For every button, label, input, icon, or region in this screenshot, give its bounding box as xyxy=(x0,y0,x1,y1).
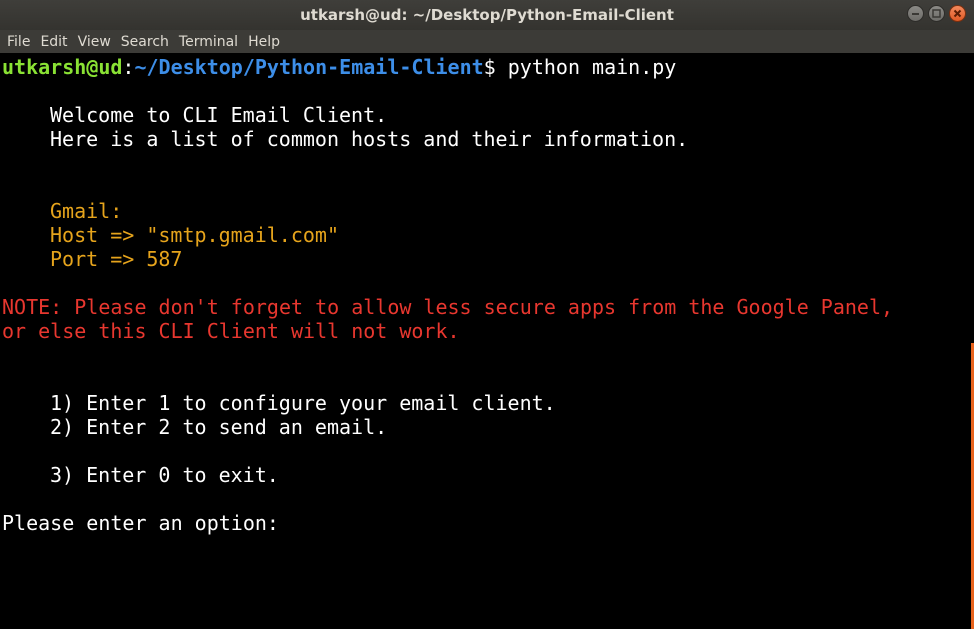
welcome-text: Welcome to CLI Email Client. xyxy=(50,103,388,127)
option-2: 2) Enter 2 to send an email. xyxy=(50,415,388,439)
menu-file[interactable]: File xyxy=(2,31,35,54)
gmail-port: Port => 587 xyxy=(50,247,183,271)
menu-bar: File Edit View Search Terminal Help xyxy=(0,30,974,53)
menu-search[interactable]: Search xyxy=(116,31,174,54)
option-3: 3) Enter 0 to exit. xyxy=(50,463,279,487)
command-line: utkarsh@ud:~/Desktop/Python-Email-Client… xyxy=(0,55,968,79)
title-bar[interactable]: utkarsh@ud: ~/Desktop/Python-Email-Clien… xyxy=(0,0,974,30)
menu-edit[interactable]: Edit xyxy=(35,31,72,54)
menu-terminal[interactable]: Terminal xyxy=(174,31,243,54)
prompt-colon: : xyxy=(122,55,135,79)
prompt-symbol: $ xyxy=(483,55,508,79)
close-button[interactable] xyxy=(949,5,966,22)
prompt-path: ~/Desktop/Python-Email-Client xyxy=(134,55,484,79)
window-controls xyxy=(907,5,966,22)
menu-help[interactable]: Help xyxy=(243,31,285,54)
terminal-output[interactable]: utkarsh@ud:~/Desktop/Python-Email-Client… xyxy=(0,53,968,629)
menu-view[interactable]: View xyxy=(73,31,116,54)
gmail-label: Gmail: xyxy=(50,199,123,223)
minimize-button[interactable] xyxy=(907,5,924,22)
option-1: 1) Enter 1 to configure your email clien… xyxy=(50,391,556,415)
command-text: python main.py xyxy=(507,55,677,79)
note-line-2: or else this CLI Client will not work. xyxy=(2,319,460,343)
maximize-button[interactable] xyxy=(928,5,945,22)
maximize-icon xyxy=(932,9,941,18)
minimize-icon xyxy=(912,13,919,15)
prompt-user: utkarsh@ud xyxy=(2,55,123,79)
close-icon xyxy=(953,9,962,18)
note-line-1: NOTE: Please don't forget to allow less … xyxy=(2,295,894,319)
hosts-intro-text: Here is a list of common hosts and their… xyxy=(50,127,689,151)
gmail-host: Host => "smtp.gmail.com" xyxy=(50,223,339,247)
input-prompt: Please enter an option: xyxy=(2,511,279,535)
window-title: utkarsh@ud: ~/Desktop/Python-Email-Clien… xyxy=(300,6,674,24)
terminal-window: utkarsh@ud: ~/Desktop/Python-Email-Clien… xyxy=(0,0,974,629)
